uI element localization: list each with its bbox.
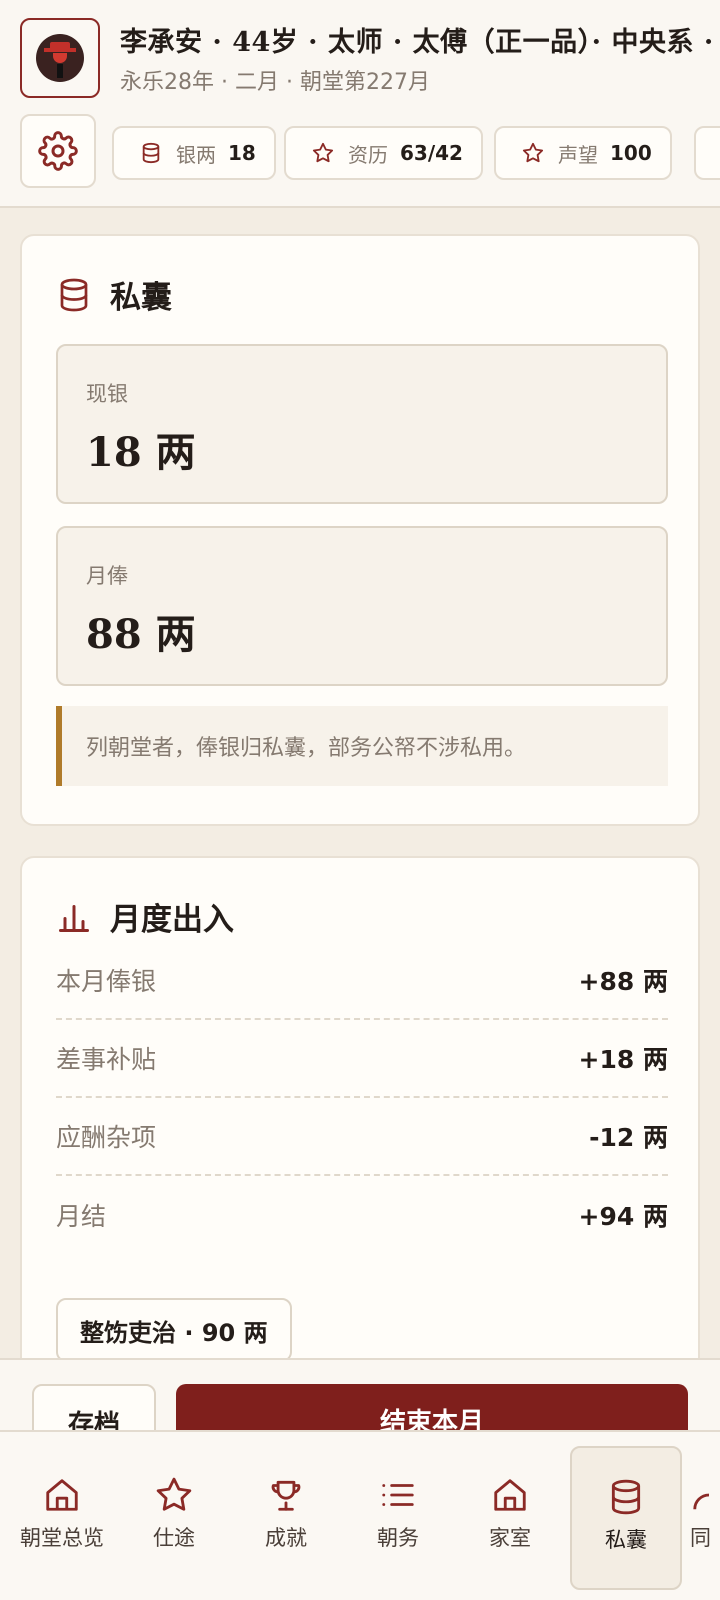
ledger-value: -12 两 xyxy=(589,1123,668,1152)
save-button[interactable]: 存档 xyxy=(32,1384,156,1430)
purse-note: 列朝堂者，俸银归私囊，部务公帑不涉私用。 xyxy=(56,706,668,786)
home-icon xyxy=(46,1479,78,1511)
star-icon xyxy=(522,142,544,163)
ledger-value: +18 两 xyxy=(578,1045,668,1074)
cash-value: 18 两 xyxy=(86,429,196,476)
star-icon xyxy=(156,1477,192,1511)
top-header: 李承安 · 44岁 · 太师 · 太傅（正一品）· 中央系 · 位 永乐28年 … xyxy=(0,0,720,208)
ledger-label: 月结 xyxy=(56,1202,107,1231)
star-icon xyxy=(312,142,334,163)
house-icon xyxy=(494,1479,526,1511)
chip-seniority[interactable]: 资历 63/42 xyxy=(284,126,483,180)
nav-item-achievements[interactable]: 成就 xyxy=(230,1446,342,1590)
chip-silver[interactable]: 银两 18 xyxy=(112,126,276,180)
purse-card-header: 私囊 xyxy=(56,272,172,317)
silver-stack-icon xyxy=(611,1479,641,1515)
nav-item-partial[interactable]: 同 xyxy=(690,1446,720,1590)
partial-icon xyxy=(693,1493,710,1510)
nav-label: 私囊 xyxy=(605,1528,647,1552)
chip-value: 18 xyxy=(228,141,256,165)
chip-value: 63/42 xyxy=(400,141,463,165)
cash-label: 现银 xyxy=(86,382,128,406)
ledger-row: 本月俸银 +88 两 xyxy=(56,942,668,1020)
ledger-label: 本月俸银 xyxy=(56,967,157,996)
end-month-button[interactable]: 结束本月 xyxy=(176,1384,688,1430)
avatar[interactable] xyxy=(20,18,100,98)
chip-label: 资历 xyxy=(348,142,388,167)
official-portrait-icon xyxy=(36,34,84,82)
chip-value: 100 xyxy=(610,141,652,165)
nav-item-career[interactable]: 仕途 xyxy=(118,1446,230,1590)
ledger-label: 差事补贴 xyxy=(56,1045,157,1074)
nav-item-purse[interactable]: 私囊 xyxy=(570,1446,682,1590)
reform-action-button[interactable]: 整饬吏治 · 90 两 xyxy=(56,1298,292,1362)
ledger-total-row: 月结 +94 两 xyxy=(56,1176,668,1254)
chip-prestige[interactable]: 声望 100 xyxy=(494,126,672,180)
chip-label: 银两 xyxy=(176,142,216,167)
silver-stack-icon xyxy=(60,278,88,311)
gear-icon xyxy=(38,131,78,171)
purse-card: 私囊 现银 18 两 月俸 88 两 列朝堂者，俸银归私囊，部务公帑不涉私用。 xyxy=(20,234,700,826)
salary-value: 88 两 xyxy=(86,611,196,658)
ledger-row: 差事补贴 +18 两 xyxy=(56,1020,668,1098)
ledger-value: +94 两 xyxy=(578,1202,668,1231)
nav-label: 家室 xyxy=(489,1526,531,1550)
nav-item-overview[interactable]: 朝堂总览 xyxy=(6,1446,118,1590)
ledger-label: 应酬杂项 xyxy=(56,1123,157,1152)
silver-stack-icon xyxy=(142,142,160,164)
ledger-value: +88 两 xyxy=(578,967,668,996)
monthly-title: 月度出入 xyxy=(110,902,234,938)
nav-item-affairs[interactable]: 朝务 xyxy=(342,1446,454,1590)
nav-item-family[interactable]: 家室 xyxy=(454,1446,566,1590)
nav-label: 成就 xyxy=(265,1526,307,1550)
cash-box: 现银 18 两 xyxy=(56,344,668,504)
bottom-nav: 朝堂总览 仕途 成就 朝务 家室 私囊 同 xyxy=(0,1430,720,1600)
chip-overflow[interactable] xyxy=(694,126,720,180)
trophy-icon xyxy=(271,1480,301,1511)
action-bar: 存档 结束本月 xyxy=(0,1358,720,1430)
date-line: 永乐28年 · 二月 · 朝堂第227月 xyxy=(120,70,430,95)
character-title: 李承安 · 44岁 · 太师 · 太傅（正一品）· 中央系 · 位 xyxy=(120,27,720,58)
bar-chart-icon xyxy=(59,904,89,932)
salary-box: 月俸 88 两 xyxy=(56,526,668,686)
settings-button[interactable] xyxy=(20,114,96,188)
chip-label: 声望 xyxy=(558,142,598,167)
ledger-row: 应酬杂项 -12 两 xyxy=(56,1098,668,1176)
nav-label: 同 xyxy=(690,1526,711,1550)
nav-label: 朝务 xyxy=(377,1526,419,1550)
salary-label: 月俸 xyxy=(86,564,128,588)
list-icon xyxy=(382,1484,414,1506)
monthly-card-header: 月度出入 xyxy=(56,894,234,939)
nav-label: 朝堂总览 xyxy=(20,1526,104,1550)
purse-title: 私囊 xyxy=(110,280,172,316)
nav-label: 仕途 xyxy=(153,1526,195,1550)
